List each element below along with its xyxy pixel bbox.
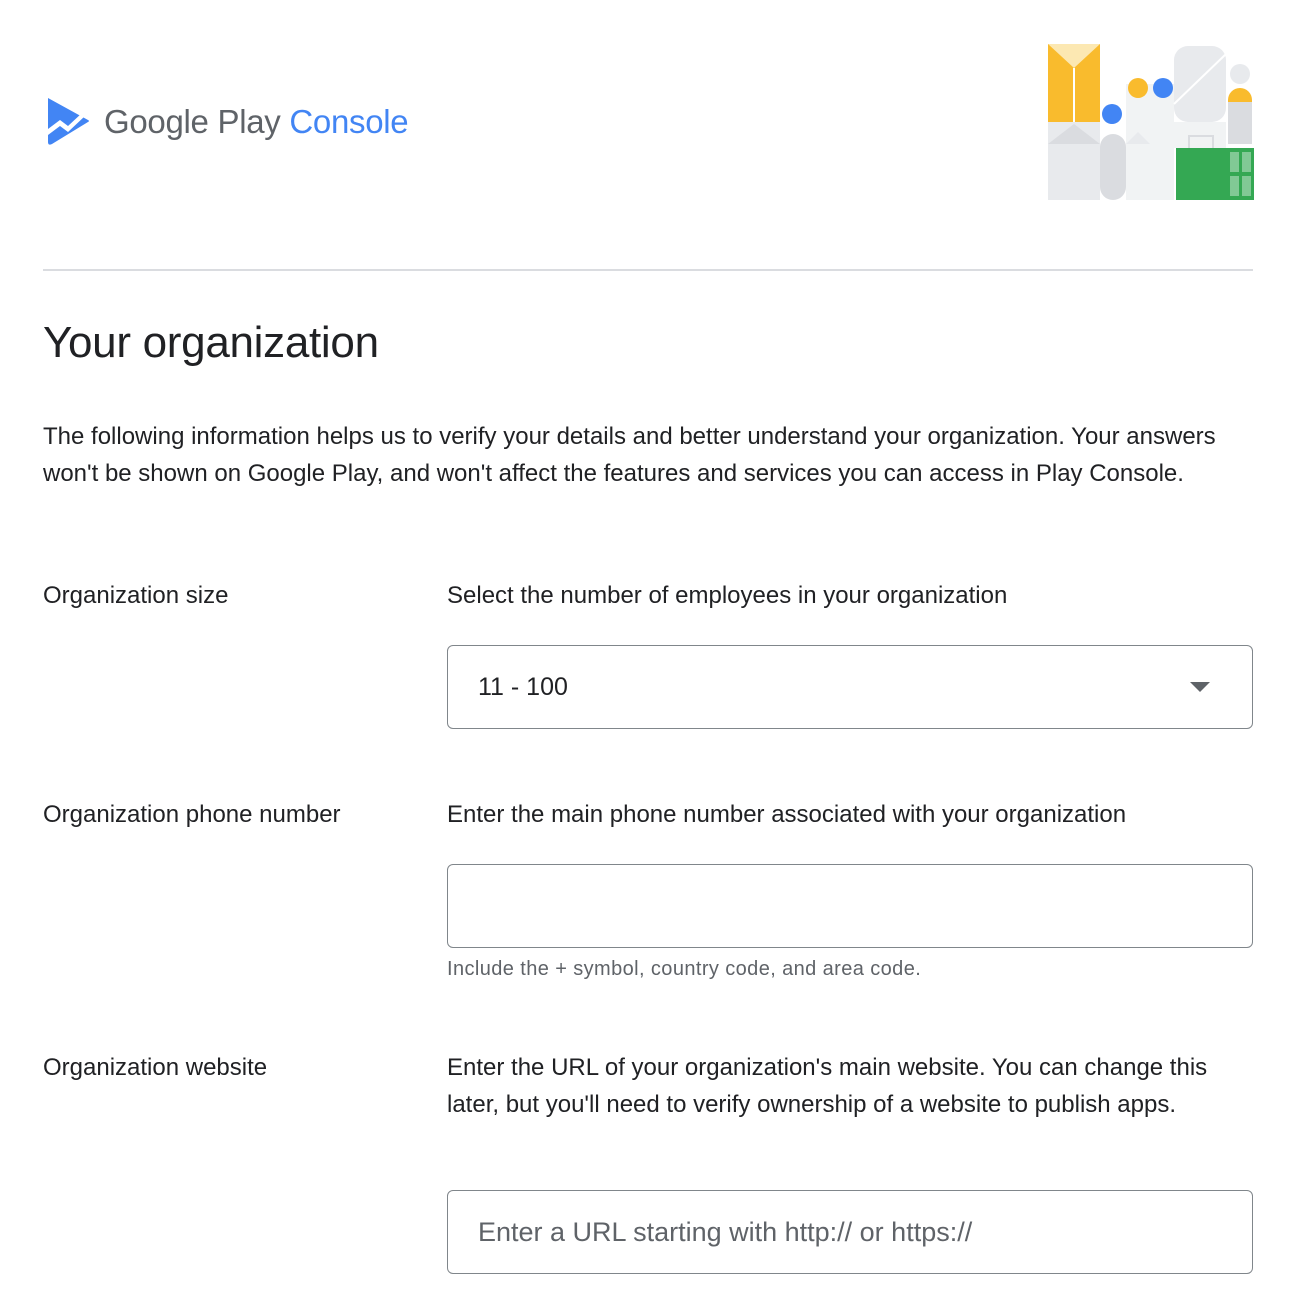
- page: Google Play Console Your organization Th…: [0, 0, 1292, 1314]
- brand-name: Google Play Console: [104, 102, 409, 140]
- org-size-description: Select the number of employees in your o…: [447, 582, 1008, 609]
- org-size-selected-value: 11 - 100: [478, 672, 568, 701]
- org-phone-field[interactable]: [447, 864, 1253, 948]
- play-console-logo-icon: [48, 98, 89, 145]
- brand-console: Console: [289, 102, 409, 140]
- header-illustration: [1048, 44, 1254, 200]
- org-website-field[interactable]: [447, 1190, 1253, 1274]
- header-divider: [43, 269, 1253, 271]
- org-website-description: Enter the URL of your organization's mai…: [447, 1054, 1208, 1118]
- org-website-label: Organization website: [43, 1054, 268, 1081]
- org-size-select[interactable]: 11 - 100: [447, 645, 1253, 729]
- intro-text: The following information helps us to ve…: [43, 423, 1216, 487]
- org-phone-hint: Include the + symbol, country code, and …: [447, 958, 922, 980]
- org-size-label: Organization size: [43, 582, 229, 609]
- org-phone-label: Organization phone number: [43, 801, 341, 828]
- play-console-logo[interactable]: Google Play Console: [44, 96, 409, 146]
- org-phone-input[interactable]: [478, 890, 1222, 922]
- org-website-input[interactable]: [478, 1216, 1222, 1248]
- page-title: Your organization: [43, 318, 379, 367]
- org-phone-description: Enter the main phone number associated w…: [447, 801, 1127, 828]
- dropdown-caret-icon: [1190, 682, 1210, 692]
- brand-google-play: Google Play: [104, 102, 281, 140]
